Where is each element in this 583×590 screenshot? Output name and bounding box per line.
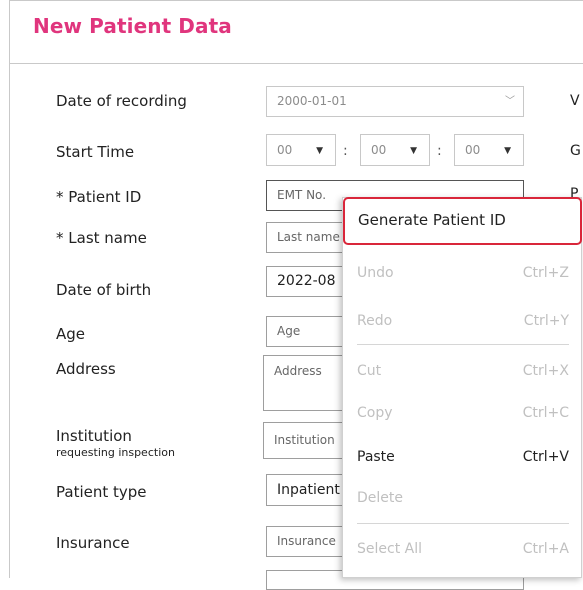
date-of-recording-label: Date of recording [56,92,187,110]
date-of-recording-select[interactable]: 2000-01-01 ﹀ [266,86,524,117]
date-of-birth-label: Date of birth [56,281,152,299]
time-separator: : [437,143,442,159]
chevron-down-icon: ﹀ [505,96,515,107]
menu-item-select-all[interactable]: Select All Ctrl+A [357,537,569,561]
menu-separator [357,344,569,345]
menu-separator [357,523,569,524]
patient-type-value: Inpatient [277,482,340,498]
title-divider [10,63,583,64]
date-of-birth-value: 2022-08 [277,273,336,289]
menu-item-delete[interactable]: Delete [357,486,569,510]
patient-type-label: Patient type [56,483,147,501]
age-placeholder: Age [277,324,301,338]
start-hour-select[interactable]: 00 ▼ [266,134,336,166]
start-second-value: 00 [465,143,481,157]
address-label: Address [56,360,116,378]
start-minute-select[interactable]: 00 ▼ [360,134,430,166]
menu-item-generate-patient-id[interactable]: Generate Patient ID [343,197,582,245]
start-minute-value: 00 [371,143,387,157]
age-label: Age [56,325,86,343]
institution-placeholder: Institution [274,433,335,447]
caret-down-icon: ▼ [316,146,323,156]
menu-item-cut[interactable]: Cut Ctrl+X [357,359,569,383]
caret-down-icon: ▼ [504,146,511,156]
date-of-recording-value: 2000-01-01 [277,94,347,108]
menu-item-undo[interactable]: Undo Ctrl+Z [357,261,569,285]
insurance-label: Insurance [56,534,130,552]
menu-item-paste[interactable]: Paste Ctrl+V [357,445,569,469]
caret-down-icon: ▼ [410,146,417,156]
menu-item-redo[interactable]: Redo Ctrl+Y [357,309,569,333]
last-name-label: * Last name [56,229,147,247]
institution-sublabel: requesting inspection [56,446,175,459]
last-name-placeholder: Last name [277,230,340,244]
patient-id-label: * Patient ID [56,188,142,206]
right-field-label-v: V [570,93,580,109]
patient-id-placeholder: EMT No. [277,188,327,202]
generate-patient-id-label: Generate Patient ID [358,211,506,229]
page-title: New Patient Data [33,14,232,38]
insurance-placeholder: Insurance [277,534,336,548]
menu-item-copy[interactable]: Copy Ctrl+C [357,401,569,425]
right-field-label-g: G [570,143,581,159]
time-separator: : [343,143,348,159]
start-time-label: Start Time [56,143,135,161]
start-second-select[interactable]: 00 ▼ [454,134,524,166]
address-placeholder: Address [274,364,322,378]
context-menu: Undo Ctrl+Z Redo Ctrl+Y Cut Ctrl+X Copy … [342,197,582,578]
start-hour-value: 00 [277,143,293,157]
institution-label: Institution [56,427,132,445]
